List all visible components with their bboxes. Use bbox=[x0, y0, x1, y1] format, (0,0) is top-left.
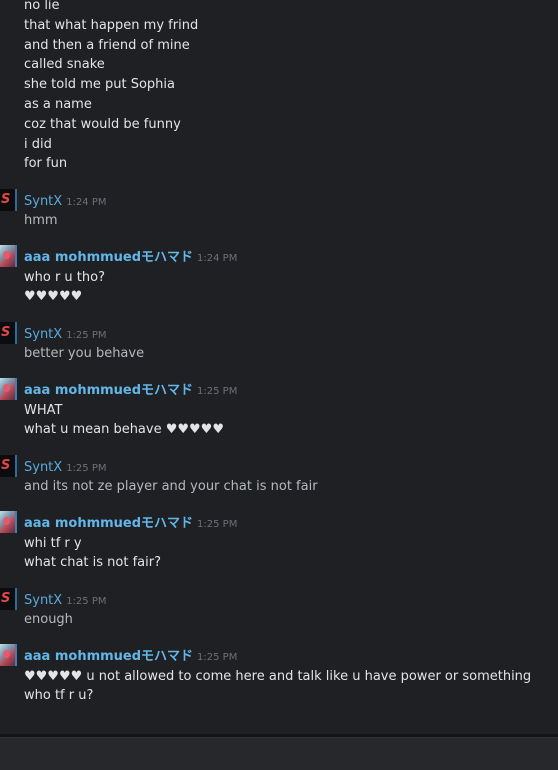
message-header: aaa mohmmuedモハマド 1:24 PM bbox=[24, 246, 237, 266]
message-line: what chat is not fair? bbox=[24, 555, 161, 571]
message-line: that what happen my frind bbox=[24, 17, 199, 33]
message-line: enough bbox=[24, 612, 73, 627]
chat-log[interactable]: no lie that what happen my frind and the… bbox=[0, 0, 558, 734]
message-line: whi tf r y bbox=[24, 535, 82, 551]
user-avatar[interactable] bbox=[0, 378, 17, 400]
syntx-logo-icon: S bbox=[1, 591, 11, 606]
message-line: ♥♥♥♥♥ u not allowed to come here and tal… bbox=[24, 668, 532, 684]
anime-avatar-icon bbox=[3, 650, 10, 658]
author-name[interactable]: aaa mohmmuedモハマド bbox=[24, 383, 193, 398]
user-avatar[interactable] bbox=[0, 511, 17, 533]
user-avatar[interactable] bbox=[0, 644, 17, 666]
message-line: ♥♥♥♥♥ bbox=[24, 289, 83, 305]
message-header: SyntX 1:25 PM bbox=[24, 323, 106, 343]
message-timestamp: 1:24 PM bbox=[197, 253, 238, 264]
message-header: SyntX 1:25 PM bbox=[24, 456, 106, 476]
message-timestamp: 1:25 PM bbox=[197, 519, 238, 530]
message-line: who tf r u? bbox=[24, 688, 94, 704]
message-line: coz that would be funny bbox=[24, 116, 181, 132]
user-avatar[interactable]: S bbox=[0, 189, 17, 211]
message-line: as a name bbox=[24, 97, 92, 112]
message-header: aaa mohmmuedモハマド 1:25 PM bbox=[24, 379, 237, 399]
author-name[interactable]: SyntX bbox=[24, 194, 62, 209]
anime-avatar-icon bbox=[3, 517, 10, 525]
message-line: she told me put Sophia bbox=[24, 77, 175, 93]
message-header: SyntX 1:24 PM bbox=[24, 190, 106, 210]
message-header: SyntX 1:25 PM bbox=[24, 589, 106, 609]
author-name[interactable]: SyntX bbox=[24, 327, 62, 342]
message-line: called snake bbox=[24, 57, 105, 73]
user-avatar[interactable]: S bbox=[0, 455, 17, 477]
user-avatar[interactable]: S bbox=[0, 588, 17, 610]
message-line: and its not ze player and your chat is n… bbox=[24, 479, 318, 494]
anime-avatar-icon bbox=[3, 251, 10, 259]
message-line: no lie bbox=[24, 0, 60, 13]
user-avatar[interactable]: S bbox=[0, 322, 17, 344]
author-name[interactable]: SyntX bbox=[24, 593, 62, 608]
author-name[interactable]: aaa mohmmuedモハマド bbox=[24, 516, 193, 531]
author-name[interactable]: aaa mohmmuedモハマド bbox=[24, 649, 193, 664]
message-line: hmm bbox=[24, 213, 58, 228]
syntx-logo-icon: S bbox=[1, 325, 11, 340]
message-timestamp: 1:25 PM bbox=[66, 463, 107, 474]
message-header: aaa mohmmuedモハマド 1:25 PM bbox=[24, 512, 237, 532]
message-header: aaa mohmmuedモハマド 1:25 PM bbox=[24, 645, 237, 665]
message-line: what u mean behave ♥♥♥♥♥ bbox=[24, 422, 224, 438]
message-timestamp: 1:24 PM bbox=[66, 197, 107, 208]
message-line: WHAT bbox=[24, 402, 63, 418]
syntx-logo-icon: S bbox=[1, 192, 11, 207]
message-line: who r u tho? bbox=[24, 269, 105, 285]
author-name[interactable]: aaa mohmmuedモハマド bbox=[24, 250, 193, 265]
message-timestamp: 1:25 PM bbox=[197, 652, 238, 663]
message-timestamp: 1:25 PM bbox=[66, 330, 107, 341]
message-line: for fun bbox=[24, 156, 68, 172]
syntx-logo-icon: S bbox=[1, 458, 11, 473]
message-timestamp: 1:25 PM bbox=[197, 386, 238, 397]
message-timestamp: 1:25 PM bbox=[66, 596, 107, 607]
message-input[interactable] bbox=[0, 737, 558, 770]
author-name[interactable]: SyntX bbox=[24, 460, 62, 475]
message-line: i did bbox=[24, 136, 52, 152]
message-line: and then a friend of mine bbox=[24, 37, 190, 53]
user-avatar[interactable] bbox=[0, 245, 17, 267]
anime-avatar-icon bbox=[3, 384, 10, 392]
message-line: better you behave bbox=[24, 346, 145, 361]
